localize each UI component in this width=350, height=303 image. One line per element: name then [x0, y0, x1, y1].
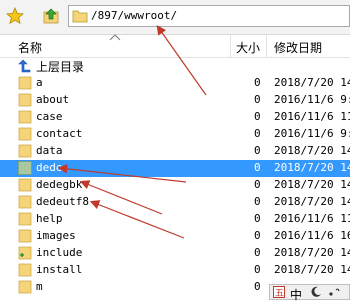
item-date: 2016/11/6 9:2 [274, 127, 350, 140]
folder-icon [18, 144, 32, 158]
up-folder-icon[interactable] [40, 5, 62, 27]
list-item[interactable]: images 0 2016/11/6 16: [0, 228, 350, 245]
item-name: 上层目录 [36, 60, 85, 74]
svg-text:五: 五 [275, 289, 284, 298]
list-item-parent[interactable]: 上层目录 [0, 58, 350, 75]
sort-ascending-icon[interactable] [109, 33, 121, 41]
list-item[interactable]: data 0 2018/7/20 14: [0, 143, 350, 160]
item-size: 0 [254, 144, 261, 157]
ime-status-bar[interactable]: 五 中 [269, 284, 350, 303]
folder-icon [18, 76, 32, 90]
item-name: data [36, 144, 63, 157]
list-item[interactable]: dedeutf8 0 2018/7/20 14: [0, 194, 350, 211]
item-size: 0 [254, 263, 261, 276]
item-name: contact [36, 127, 83, 140]
item-size: 0 [254, 178, 261, 191]
item-size: 0 [254, 161, 261, 174]
item-name: include [36, 246, 83, 259]
item-date: 2018/7/20 14: [274, 195, 350, 208]
item-size: 0 [254, 212, 261, 225]
list-item[interactable]: about 0 2016/11/6 9:2 [0, 92, 350, 109]
folder-icon [18, 195, 32, 209]
item-name: dedeutf8 [36, 195, 89, 208]
item-name: help [36, 212, 63, 225]
folder-icon [18, 246, 32, 260]
ime-logo-icon[interactable]: 五 [273, 286, 285, 301]
item-date: 2016/11/6 16: [274, 229, 350, 242]
item-date: 2016/11/6 9:2 [274, 93, 350, 106]
punctuation-icon[interactable] [328, 286, 342, 301]
item-size: 0 [254, 229, 261, 242]
column-size[interactable]: 大小 [236, 39, 260, 56]
list-item[interactable]: case 0 2016/11/6 11: [0, 109, 350, 126]
item-size: 0 [254, 93, 261, 106]
item-name: dede [36, 161, 63, 174]
parent-directory-icon [18, 59, 31, 73]
path-input[interactable]: /897/wwwroot/ [68, 5, 350, 27]
item-name: dedegbk [36, 178, 83, 191]
item-size: 0 [254, 280, 261, 293]
list-item[interactable]: dedegbk 0 2018/7/20 14: [0, 177, 350, 194]
item-size: 0 [254, 127, 261, 140]
folder-icon [72, 10, 88, 23]
column-divider[interactable] [266, 35, 267, 57]
column-modified[interactable]: 修改日期 [274, 39, 322, 56]
toolbar: /897/wwwroot/ [0, 0, 350, 35]
item-date: 2018/7/20 14: [274, 144, 350, 157]
list-item[interactable]: a 0 2018/7/20 14: [0, 75, 350, 92]
star-icon[interactable] [4, 5, 26, 27]
item-date: 2016/11/6 11: [274, 110, 350, 123]
item-date: 2018/7/20 14: [274, 178, 350, 191]
folder-icon [18, 93, 32, 107]
item-name: m [36, 280, 43, 293]
folder-icon [18, 280, 32, 294]
item-date: 2018/7/20 14: [274, 76, 350, 89]
folder-icon [18, 110, 32, 124]
item-name: install [36, 263, 83, 276]
item-name: case [36, 110, 63, 123]
moon-icon[interactable] [310, 286, 322, 301]
folder-icon [18, 212, 32, 226]
item-date: 2018/7/20 14: [274, 246, 350, 259]
folder-icon [18, 263, 32, 277]
list-item[interactable]: include 0 2018/7/20 14: [0, 245, 350, 262]
item-name: a [36, 76, 43, 89]
item-date: 2018/7/20 14: [274, 161, 350, 174]
list-item-selected[interactable]: dede 0 2018/7/20 14: [0, 160, 350, 177]
item-size: 0 [254, 110, 261, 123]
list-item[interactable]: help 0 2016/11/6 11: [0, 211, 350, 228]
path-text: /897/wwwroot/ [91, 9, 178, 22]
column-divider[interactable] [230, 35, 231, 57]
folder-icon [18, 229, 32, 243]
column-header: 名称 大小 修改日期 [0, 33, 350, 58]
folder-icon [18, 127, 32, 141]
folder-icon [18, 161, 32, 175]
item-name: about [36, 93, 70, 106]
item-date: 2018/7/20 14: [274, 263, 350, 276]
folder-icon [18, 178, 32, 192]
item-date: 2016/11/6 11: [274, 212, 350, 225]
item-name: images [36, 229, 76, 242]
file-list: 上层目录 a 0 2018/7/20 14: about 0 2016/11/6… [0, 57, 350, 300]
list-item[interactable]: install 0 2018/7/20 14: [0, 262, 350, 279]
list-item[interactable]: contact 0 2016/11/6 9:2 [0, 126, 350, 143]
ime-mode[interactable]: 中 [290, 286, 302, 303]
item-size: 0 [254, 195, 261, 208]
item-size: 0 [254, 76, 261, 89]
item-size: 0 [254, 246, 261, 259]
column-name[interactable]: 名称 [18, 39, 42, 56]
